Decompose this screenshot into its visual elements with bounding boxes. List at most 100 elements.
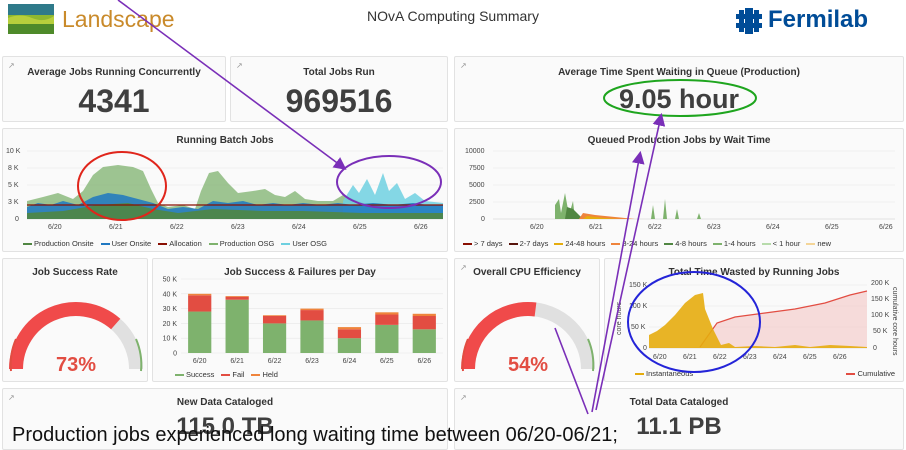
bar-success[interactable]	[300, 320, 324, 353]
cpu-efficiency-title: Overall CPU Efficiency	[473, 267, 581, 278]
legend-item[interactable]: 8-24 hours	[611, 239, 658, 248]
bar-held[interactable]	[262, 315, 287, 316]
legend-item[interactable]: Cumulative	[846, 369, 895, 378]
x-tick: 6/22	[648, 224, 662, 231]
x-tick: 6/22	[170, 224, 184, 231]
fermilab-logo-icon	[736, 8, 762, 34]
queued-jobs-chart: 10000 7500 5000 2500 0 6/20 6/21 6/22 6/…	[465, 148, 895, 231]
cpu-efficiency-panel: ↗ Overall CPU Efficiency 54%	[454, 258, 600, 382]
x-tick: 6/21	[230, 358, 244, 365]
x-tick: 6/26	[833, 354, 847, 361]
fermilab-logo[interactable]: Fermilab	[736, 6, 901, 36]
bar-held[interactable]	[375, 312, 399, 315]
time-wasted-panel: Total Time Wasted by Running Jobs core h…	[604, 258, 904, 382]
bar-fail[interactable]	[262, 316, 287, 324]
x-tick: 6/26	[879, 224, 893, 231]
x-tick: 6/24	[773, 354, 787, 361]
queued-jobs-legend: > 7 days 2-7 days 24-48 hours 8-24 hours 4-8…	[463, 239, 831, 248]
x-tick: 6/24	[343, 358, 357, 365]
time-wasted-legend-right: Cumulative	[846, 369, 895, 378]
x-tick: 6/22	[713, 354, 727, 361]
y-tick: 10 K	[6, 148, 21, 155]
queue-time-panel: ↗ Average Time Spent Waiting in Queue (P…	[454, 56, 904, 122]
legend-item[interactable]: > 7 days	[463, 239, 503, 248]
x-tick: 6/21	[589, 224, 603, 231]
bar-success[interactable]	[412, 329, 436, 353]
legend-item[interactable]: User Onsite	[100, 239, 151, 248]
x-tick: 6/20	[48, 224, 62, 231]
bar-success[interactable]	[262, 323, 287, 353]
bar-held[interactable]	[300, 308, 324, 311]
queued-area	[675, 209, 679, 219]
legend-item[interactable]: Allocation	[158, 239, 202, 248]
x-tick: 6/26	[417, 358, 431, 365]
bar-fail[interactable]	[188, 295, 212, 312]
y-tick: 0	[643, 345, 647, 352]
landscape-logo-icon	[8, 4, 54, 34]
y-tick: 100 K	[629, 303, 648, 310]
y-tick: 2500	[469, 199, 485, 206]
y-tick: 3 K	[8, 199, 19, 206]
bar-success[interactable]	[375, 324, 399, 353]
legend-item[interactable]: Instantaneous	[635, 369, 693, 378]
bar-fail[interactable]	[300, 310, 324, 321]
legend-item[interactable]: Fail	[221, 370, 244, 379]
legend-item[interactable]: 2-7 days	[508, 239, 548, 248]
time-wasted-legend-left: Instantaneous	[635, 369, 693, 378]
x-tick: 6/20	[193, 358, 207, 365]
x-tick: 6/25	[353, 224, 367, 231]
running-batch-chart: 10 K 8 K 5 K 3 K 0 6/20 6/21 6/22 6/23 6…	[6, 148, 443, 231]
x-tick: 6/23	[305, 358, 319, 365]
avg-jobs-title: Average Jobs Running Concurrently	[27, 67, 201, 78]
bar-held[interactable]	[225, 296, 249, 297]
legend-item[interactable]: Held	[251, 370, 278, 379]
x-tick: 6/23	[707, 224, 721, 231]
queued-jobs-panel: Queued Production Jobs by Wait Time 1000…	[454, 128, 904, 252]
bar-success[interactable]	[225, 299, 249, 353]
queue-time-title: Average Time Spent Waiting in Queue (Pro…	[558, 67, 800, 78]
x-tick: 6/21	[683, 354, 697, 361]
x-tick: 6/25	[380, 358, 394, 365]
legend-item[interactable]: 24-48 hours	[554, 239, 605, 248]
cpu-efficiency-value: 54%	[508, 354, 548, 376]
cpu-efficiency-gauge: 54%	[461, 302, 595, 376]
y-tick: 5000	[469, 182, 485, 189]
y-tick: 5 K	[8, 182, 19, 189]
bar-held[interactable]	[188, 293, 212, 296]
time-wasted-chart: core hours cumulative core hours 150 K 1…	[616, 280, 898, 361]
y-tick: 20 K	[163, 321, 178, 328]
legend-item[interactable]: 4-8 hours	[664, 239, 707, 248]
total-jobs-value: 969516	[285, 83, 393, 119]
bar-success[interactable]	[337, 338, 362, 353]
job-success-rate-title: Job Success Rate	[32, 267, 118, 278]
landscape-logo-text: Landscape	[62, 6, 175, 32]
x-tick: 6/25	[825, 224, 839, 231]
bar-fail[interactable]	[225, 296, 249, 300]
legend-item[interactable]: 1-4 hours	[712, 239, 756, 248]
x-tick: 6/20	[653, 354, 667, 361]
x-tick: 6/24	[766, 224, 780, 231]
y-tick: 50 K	[631, 324, 646, 331]
bar-fail[interactable]	[375, 314, 399, 325]
bar-fail[interactable]	[337, 329, 362, 339]
y-tick: 10 K	[163, 336, 178, 343]
legend-item[interactable]: new	[806, 239, 831, 248]
bar-success[interactable]	[188, 311, 212, 353]
queued-area	[697, 213, 701, 219]
bar-fail[interactable]	[412, 316, 436, 330]
landscape-logo[interactable]: Landscape	[8, 4, 183, 34]
success-failures-legend: Success Fail Held	[175, 370, 278, 379]
legend-item[interactable]: Production Onsite	[23, 239, 94, 248]
bar-held[interactable]	[337, 327, 362, 330]
y-tick: 7500	[469, 165, 485, 172]
bar-held[interactable]	[412, 313, 436, 316]
y-tick: 150 K	[629, 282, 648, 289]
legend-item[interactable]: User OSG	[281, 239, 327, 248]
legend-item[interactable]: < 1 hour	[761, 239, 800, 248]
legend-item[interactable]: Production OSG	[208, 239, 274, 248]
x-tick: 6/23	[743, 354, 757, 361]
legend-item[interactable]: Success	[175, 370, 214, 379]
x-tick: 6/26	[414, 224, 428, 231]
y-tick: 40 K	[163, 291, 178, 298]
success-failures-chart: 50 K 40 K 30 K 20 K 10 K 0 6/20 6/21 6/22 6/23 6/…	[163, 277, 443, 365]
